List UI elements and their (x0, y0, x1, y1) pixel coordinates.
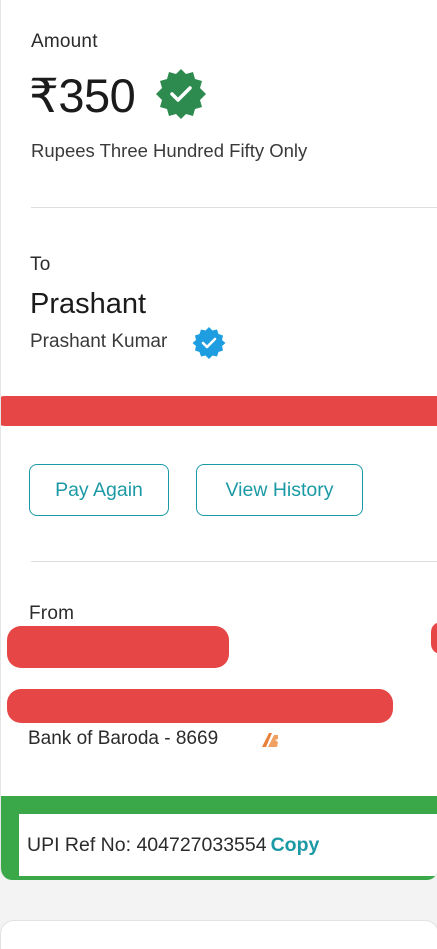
amount-value: ₹350 (29, 69, 136, 122)
upi-ref-number: UPI Ref No: 404727033554 (27, 834, 267, 856)
redaction-bar (431, 622, 437, 654)
pay-again-button[interactable]: Pay Again (29, 464, 169, 516)
redaction-bar (7, 689, 393, 723)
bank-of-baroda-logo-icon (262, 733, 278, 747)
verified-badge-icon (192, 327, 226, 359)
view-history-button[interactable]: View History (196, 464, 363, 516)
verified-check-icon (156, 69, 206, 119)
upi-ref-highlight: UPI Ref No: 404727033554 Copy (1, 796, 437, 880)
bank-account: Bank of Baroda - 8669 (28, 728, 219, 749)
amount-label: Amount (31, 31, 98, 52)
redaction-bar (1, 396, 437, 426)
divider (31, 561, 437, 562)
divider (31, 207, 437, 208)
payee-name: Prashant (30, 288, 147, 320)
upi-ref-row: UPI Ref No: 404727033554 Copy (27, 834, 319, 857)
amount-in-words: Rupees Three Hundred Fifty Only (31, 140, 308, 161)
to-label: To (30, 254, 51, 275)
next-card (0, 920, 437, 949)
transaction-detail-screen: Amount ₹350 Rupees Three Hundred Fifty O… (0, 0, 437, 949)
transaction-card: Amount ₹350 Rupees Three Hundred Fifty O… (0, 0, 437, 880)
upi-ref-container: UPI Ref No: 404727033554 Copy (19, 814, 437, 876)
payee-full-name: Prashant Kumar (30, 331, 168, 352)
redaction-bar (7, 626, 229, 668)
copy-button[interactable]: Copy (271, 834, 320, 856)
from-label: From (29, 603, 75, 624)
